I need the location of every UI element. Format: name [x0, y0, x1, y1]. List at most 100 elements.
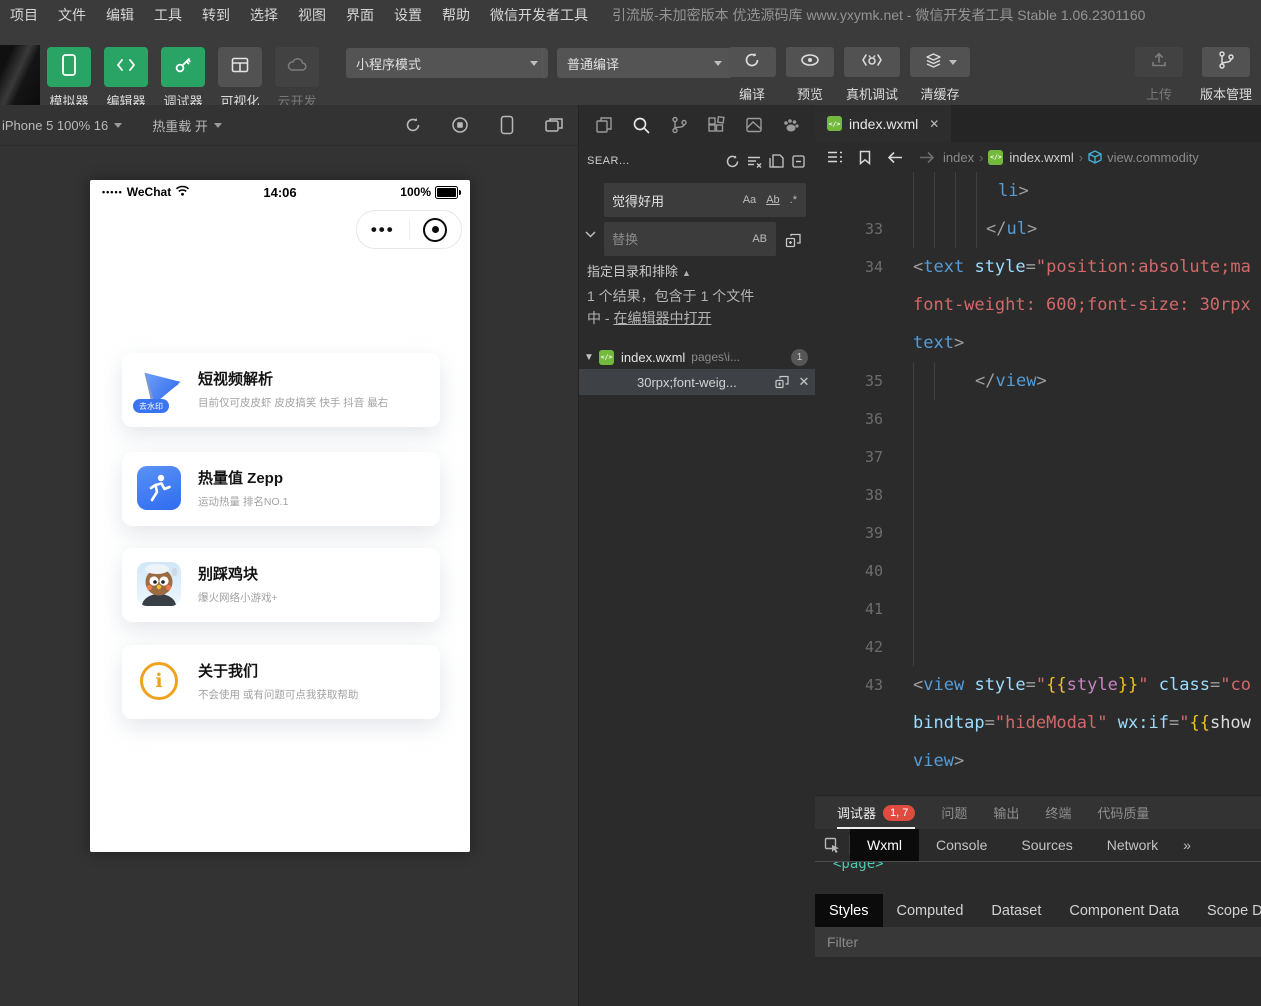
expand-arrow-icon[interactable]: ▼ [579, 352, 599, 363]
menu-select[interactable]: 选择 [240, 5, 288, 25]
inspect-element-icon[interactable] [815, 835, 850, 854]
code-row[interactable]: 39 [815, 514, 1261, 552]
tab-terminal[interactable]: 终端 [1045, 803, 1071, 822]
compile-mode-select[interactable]: 普通编译 [557, 48, 732, 78]
replace-all-icon[interactable] [782, 229, 804, 251]
menu-interface[interactable]: 界面 [336, 5, 384, 25]
outline-list-icon[interactable] [827, 150, 843, 164]
code-row[interactable]: font-weight: 600;font-size: 30rpx [815, 286, 1261, 324]
menu-edit[interactable]: 编辑 [96, 5, 144, 25]
code-row[interactable]: 40 [815, 552, 1261, 590]
search-icon[interactable] [629, 113, 653, 137]
clear-cache-button[interactable]: 清缓存 [910, 47, 970, 103]
code-row[interactable]: 41 [815, 590, 1261, 628]
code-row[interactable]: view> [815, 742, 1261, 780]
upload-button[interactable]: 上传 [1135, 47, 1183, 103]
exit-target-button[interactable] [410, 218, 462, 242]
refresh-icon[interactable] [403, 115, 423, 135]
code-row[interactable]: 35</view> [815, 362, 1261, 400]
page-preview-icon[interactable] [742, 113, 766, 137]
forward-arrow-icon[interactable] [918, 151, 935, 164]
toggle-replace-button[interactable] [581, 225, 599, 243]
tab-output[interactable]: 输出 [993, 803, 1019, 822]
replace-match-icon[interactable] [772, 375, 792, 389]
tab-wxml[interactable]: Wxml [850, 829, 919, 861]
cloud-dev-button[interactable]: 云开发 [275, 47, 319, 110]
code-row[interactable]: 42 [815, 628, 1261, 666]
visualize-toggle-button[interactable]: 可视化 [218, 47, 262, 110]
result-file-row[interactable]: ▼ </> index.wxml pages\i... 1 [579, 345, 816, 369]
open-search-editor-icon[interactable] [765, 150, 787, 172]
open-in-editor-link[interactable]: 在编辑器中打开 [613, 310, 711, 326]
tab-dataset[interactable]: Dataset [977, 894, 1055, 927]
code-row[interactable]: 34<text style="position:absolute;ma [815, 248, 1261, 286]
stop-icon[interactable] [450, 115, 470, 135]
tab-computed[interactable]: Computed [883, 894, 978, 927]
version-control-button[interactable]: 版本管理 [1197, 47, 1255, 103]
editor-toggle-button[interactable]: 编辑器 [104, 47, 148, 110]
code-row[interactable]: 37 [815, 438, 1261, 476]
menu-settings[interactable]: 设置 [384, 5, 432, 25]
explorer-files-icon[interactable] [592, 113, 616, 137]
remote-debug-button[interactable]: 真机调试 [844, 47, 900, 103]
tab-code-quality[interactable]: 代码质量 [1097, 803, 1149, 822]
code-row[interactable]: 43<view style="{{style}}" class="co [815, 666, 1261, 704]
whole-word-icon[interactable]: Ab [763, 193, 782, 207]
more-menu-button[interactable]: ••• [357, 215, 409, 245]
back-arrow-icon[interactable] [887, 151, 904, 164]
replace-input[interactable] [610, 231, 745, 248]
code-row[interactable]: li> [815, 172, 1261, 210]
collapse-all-icon[interactable] [787, 150, 809, 172]
include-exclude-toggle[interactable]: 指定目录和排除▲ [587, 261, 691, 280]
menu-help[interactable]: 帮助 [432, 5, 480, 25]
breadcrumb-folder[interactable]: index [943, 150, 974, 165]
tab-problems[interactable]: 问题 [941, 803, 967, 822]
code-area[interactable]: li>33</ul>34<text style="position:absolu… [815, 172, 1261, 795]
code-row[interactable]: 33</ul> [815, 210, 1261, 248]
refresh-search-icon[interactable] [721, 150, 743, 172]
tab-sources[interactable]: Sources [1004, 829, 1089, 861]
tab-styles[interactable]: Styles [815, 894, 883, 927]
search-input[interactable] [610, 192, 736, 209]
menu-devtools[interactable]: 微信开发者工具 [480, 5, 598, 25]
menu-goto[interactable]: 转到 [192, 5, 240, 25]
clear-results-icon[interactable] [743, 150, 765, 172]
page-element-node[interactable]: <page> [833, 862, 884, 872]
dismiss-match-icon[interactable]: ✕ [792, 374, 816, 390]
compile-button[interactable]: 编译 [728, 47, 776, 103]
code-row[interactable]: 36 [815, 400, 1261, 438]
menu-project[interactable]: 项目 [0, 5, 48, 25]
tab-console[interactable]: Console [919, 829, 1004, 861]
match-case-icon[interactable]: Aa [740, 193, 759, 207]
styles-filter-input[interactable] [825, 933, 1129, 951]
tab-network[interactable]: Network [1090, 829, 1175, 861]
list-item-video-parse[interactable]: 去水印 短视频解析 目前仅可皮皮虾 皮皮搞笑 快手 抖音 最右 [122, 353, 440, 427]
tab-component-data[interactable]: Component Data [1055, 894, 1193, 927]
preserve-case-icon[interactable]: AB [749, 232, 770, 246]
breadcrumb-symbol[interactable]: view.commodity [1107, 150, 1199, 165]
phone-frame-icon[interactable] [497, 115, 517, 135]
simulator-toggle-button[interactable]: 模拟器 [47, 47, 91, 110]
breadcrumb-file[interactable]: index.wxml [1009, 150, 1073, 165]
code-row[interactable]: 38 [815, 476, 1261, 514]
mode-select[interactable]: 小程序模式 [346, 48, 548, 78]
menu-file[interactable]: 文件 [48, 5, 96, 25]
npm-paw-icon[interactable] [779, 113, 803, 137]
list-item-zepp[interactable]: 热量值 Zepp 运动热量 排名NO.1 [122, 452, 440, 526]
device-select[interactable]: iPhone 5 100% 16 [2, 118, 122, 133]
bookmark-icon[interactable] [859, 150, 871, 165]
menu-view[interactable]: 视图 [288, 5, 336, 25]
menu-tools[interactable]: 工具 [144, 5, 192, 25]
debugger-toggle-button[interactable]: 调试器 [161, 47, 205, 110]
source-control-icon[interactable] [667, 113, 691, 137]
user-avatar[interactable] [0, 45, 40, 105]
list-item-chicken-game[interactable]: 别踩鸡块 爆火网络小游戏+ [122, 548, 440, 622]
tab-scope-data[interactable]: Scope Data [1193, 894, 1261, 927]
extensions-icon[interactable] [704, 113, 728, 137]
close-tab-icon[interactable]: ✕ [929, 117, 939, 131]
preview-button[interactable]: 预览 [786, 47, 834, 103]
detach-window-icon[interactable] [544, 115, 564, 135]
hot-reload-select[interactable]: 热重载 开 [152, 116, 222, 135]
result-match-row[interactable]: 30rpx;font-weig... ✕ [579, 369, 816, 395]
more-tabs-icon[interactable]: » [1183, 837, 1191, 853]
